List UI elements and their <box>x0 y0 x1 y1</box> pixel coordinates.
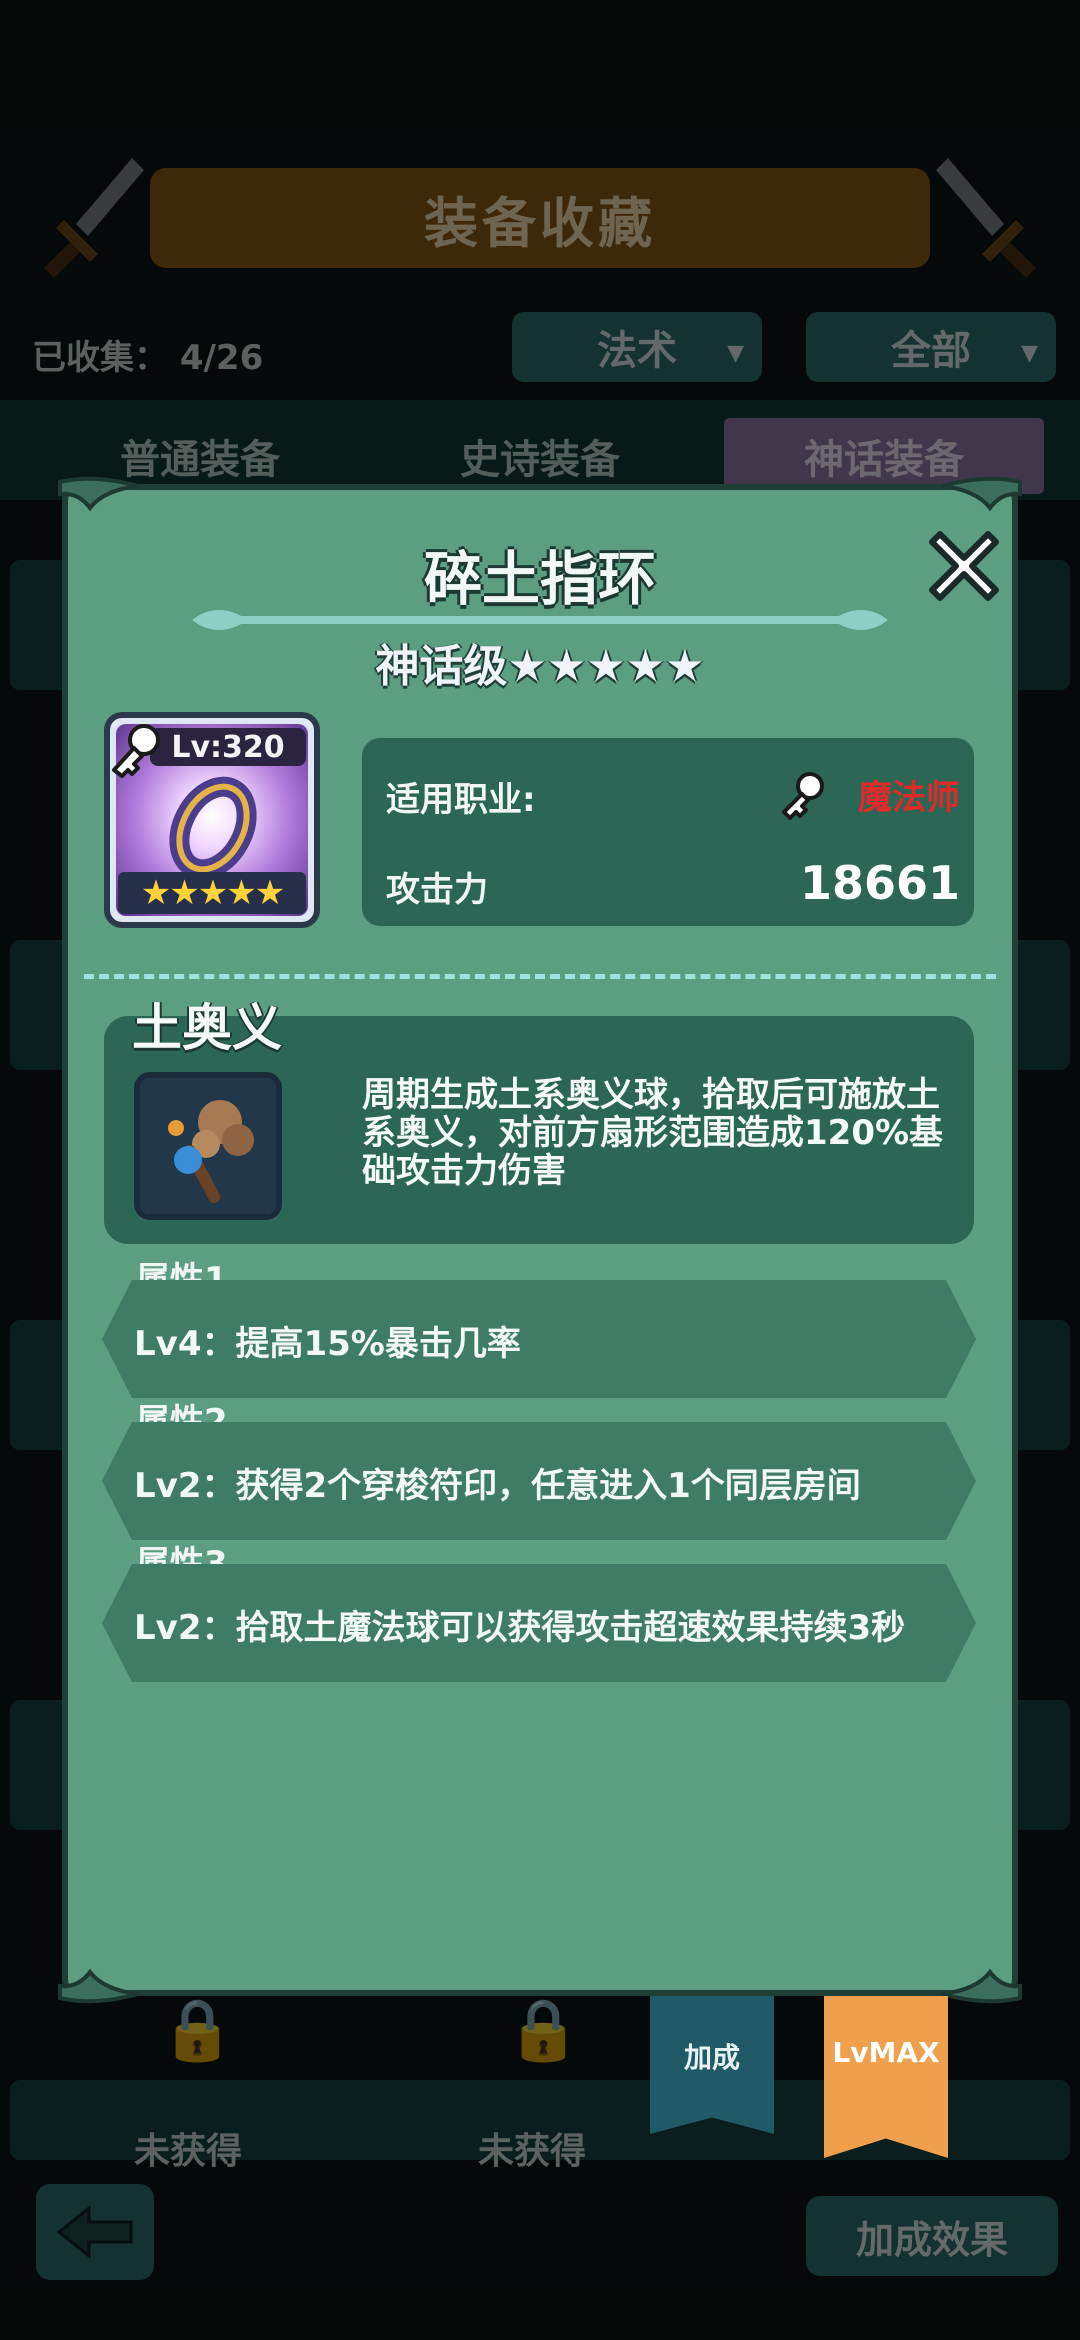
not-obtained-label: 未获得 <box>134 2131 243 2172</box>
corner-ornament-icon <box>58 476 139 512</box>
back-arrow-icon <box>56 2204 133 2260</box>
attribute-3-text: Lv2：拾取土魔法球可以获得攻击超速效果持续3秒 <box>134 1608 906 1648</box>
lock-icon: 🔒 <box>506 1995 581 2065</box>
screen-title: 装备收藏 <box>150 168 930 268</box>
skill-title: 土奥义 <box>132 999 282 1057</box>
skill-description: 周期生成土系奥义球，拾取后可施放土系奥义，对前方扇形范围造成120%基础攻击力伤… <box>362 1075 944 1191</box>
sword-icon <box>936 158 1036 278</box>
key-icon <box>112 724 160 778</box>
key-icon <box>782 772 824 820</box>
attribute-1-text: Lv4：提高15%暴击几率 <box>134 1324 521 1364</box>
chevron-down-icon: ▼ <box>1021 341 1038 366</box>
item-stars: ★★★★★ <box>118 872 306 914</box>
type-filter-dropdown[interactable]: 法术 ▼ <box>512 312 762 382</box>
close-icon <box>929 531 999 601</box>
class-label: 适用职业: <box>386 780 536 820</box>
ring-icon <box>169 776 257 876</box>
scope-filter-dropdown[interactable]: 全部 ▼ <box>806 312 1056 382</box>
sword-icon <box>44 158 144 278</box>
back-button[interactable] <box>36 2184 154 2280</box>
attack-value: 18661 <box>799 856 960 910</box>
item-level: Lv:320 <box>150 728 306 766</box>
rarity-label: 神话级★★★★★ <box>375 641 705 692</box>
corner-ornament-icon <box>941 1968 1022 2004</box>
item-card: Lv:320 ★★★★★ <box>104 712 320 928</box>
bonus-ribbon[interactable]: 加成 <box>650 1996 774 2134</box>
equipment-detail-modal: 碎土指环 神话级★★★★★ Lv:320 ★★★★★ 适用职业: 魔法师 攻击力… <box>58 476 1022 2004</box>
bonus-effect-button[interactable]: 加成效果 <box>806 2196 1058 2276</box>
collected-counter: 已收集： 4/26 <box>32 330 263 379</box>
attack-label: 攻击力 <box>386 870 488 910</box>
class-name: 魔法师 <box>858 778 960 818</box>
stats-panel: 适用职业: 魔法师 攻击力 18661 <box>362 738 974 926</box>
corner-ornament-icon <box>58 1968 139 2004</box>
earth-skill-icon <box>134 1072 282 1220</box>
attribute-2-text: Lv2：获得2个穿梭符印，任意进入1个同层房间 <box>134 1466 861 1506</box>
lvmax-ribbon-label: LvMAX <box>832 2036 940 2069</box>
collected-value: 4/26 <box>179 338 264 378</box>
divider <box>84 974 996 979</box>
collected-label: 已收集： <box>32 338 168 378</box>
scope-filter-label: 全部 <box>891 328 971 374</box>
lock-icon: 🔒 <box>160 1995 235 2065</box>
not-obtained-label: 未获得 <box>478 2131 587 2172</box>
tab-epic[interactable]: 史诗装备 <box>380 418 700 494</box>
lvmax-ribbon[interactable]: LvMAX <box>824 1996 948 2158</box>
bonus-ribbon-label: 加成 <box>683 2041 740 2074</box>
chevron-down-icon: ▼ <box>727 341 744 366</box>
type-filter-label: 法术 <box>597 328 677 374</box>
close-button[interactable] <box>918 520 1010 612</box>
